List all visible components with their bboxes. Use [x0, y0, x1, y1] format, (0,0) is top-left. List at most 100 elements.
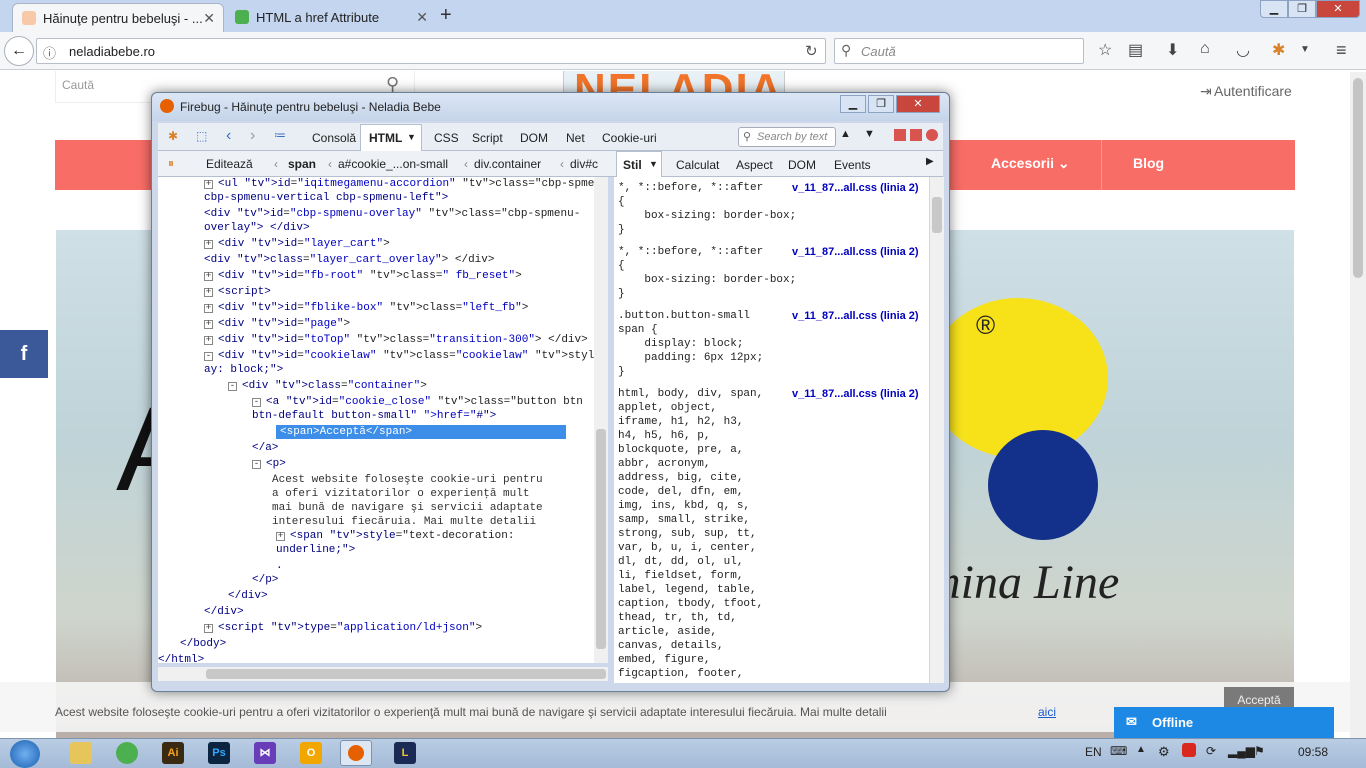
html-tree-line[interactable]: <script> [218, 285, 271, 299]
css-line[interactable]: img, ins, kbd, q, s, [618, 499, 750, 513]
css-line[interactable]: label, legend, table, [618, 583, 757, 597]
antivirus-icon[interactable] [1182, 743, 1196, 757]
expand-icon[interactable]: + [276, 532, 285, 541]
facebook-icon[interactable]: f [0, 330, 48, 378]
css-line[interactable]: { [618, 259, 625, 273]
forward-icon[interactable]: › [250, 127, 255, 145]
collapse-icon[interactable]: - [228, 382, 237, 391]
back-button[interactable]: ← [4, 36, 34, 66]
window-close-button[interactable]: ✕ [896, 95, 940, 113]
pocket-icon[interactable]: ◡ [1236, 40, 1250, 60]
html-tree-line[interactable]: <div "tv">id="cbp-spmenu-overlay" "tv">c… [204, 207, 580, 221]
scrollbar-thumb[interactable] [206, 669, 606, 679]
expand-icon[interactable]: + [204, 180, 213, 189]
menu-item-blog[interactable]: Blog [1133, 155, 1164, 171]
network-tray-icon[interactable]: ⚙ [1158, 744, 1170, 760]
html-tree-line[interactable]: cbp-spmenu-vertical cbp-spmenu-left"> [204, 191, 448, 205]
html-tree-line[interactable]: <div "tv">class="container"> [242, 379, 427, 393]
html-pane-hscrollbar[interactable] [158, 667, 608, 681]
minimize-button[interactable]: ▁ [840, 95, 866, 113]
expand-icon[interactable]: + [204, 240, 213, 249]
html-tree-line[interactable]: </p> [252, 573, 278, 587]
firebug-icon[interactable]: ✱ [168, 129, 178, 143]
css-line[interactable]: li, fieldset, form, [618, 569, 743, 583]
bookmark-star-icon[interactable]: ☆ [1098, 40, 1112, 60]
new-tab-button[interactable]: + [440, 4, 452, 27]
selected-node[interactable]: <span>Acceptă</span> [276, 425, 566, 439]
collapse-icon[interactable]: - [252, 398, 261, 407]
explorer-icon[interactable] [70, 742, 92, 764]
expand-icon[interactable]: + [204, 304, 213, 313]
html-tree-line[interactable]: <div "tv">id="cookielaw" "tv">class="coo… [218, 349, 597, 363]
chevron-right-icon[interactable]: ▶ [926, 156, 934, 167]
side-tab-dom[interactable]: DOM [788, 158, 816, 172]
css-line[interactable]: code, del, dfn, em, [618, 485, 743, 499]
html-tree-icon[interactable]: ≔ [274, 128, 286, 142]
chrome-icon[interactable] [116, 742, 138, 764]
chevron-down-icon[interactable]: ▼ [864, 128, 875, 140]
css-line[interactable]: box-sizing: border-box; [618, 209, 796, 223]
breadcrumb-item[interactable]: span [288, 157, 316, 171]
html-tree-line[interactable]: </a> [252, 441, 278, 455]
css-line[interactable]: dl, dt, dd, ol, ul, [618, 555, 743, 569]
css-line[interactable]: box-sizing: border-box; [618, 273, 796, 287]
html-tree-line[interactable]: <div "tv">id="toTop" "tv">class="transit… [218, 333, 588, 347]
css-line[interactable]: abbr, acronym, [618, 457, 710, 471]
css-line[interactable]: canvas, details, [618, 639, 724, 653]
minimize-button[interactable]: ▁ [1260, 0, 1288, 18]
keyboard-icon[interactable]: ⌨ [1110, 744, 1127, 758]
html-tree-line[interactable]: Acest website foloseşte cookie-uri pentr… [272, 473, 543, 487]
tab-dom[interactable]: DOM [520, 131, 548, 145]
css-line[interactable]: applet, object, [618, 401, 717, 415]
close-icon[interactable]: ✕ [203, 10, 215, 27]
style-pane[interactable]: *, *::before, *::afterv_11_87...all.css … [614, 177, 929, 683]
downloads-icon[interactable]: ⬇ [1166, 40, 1179, 60]
html-tree-line[interactable]: <div "tv">id="fblike-box" "tv">class="le… [218, 301, 528, 315]
back-icon[interactable]: ‹ [226, 127, 231, 145]
expand-icon[interactable]: + [204, 288, 213, 297]
css-line[interactable]: padding: 6px 12px; [618, 351, 763, 365]
login-link[interactable]: Autentificare [1214, 83, 1292, 99]
collapse-icon[interactable]: - [204, 352, 213, 361]
start-button[interactable] [10, 740, 40, 768]
side-tab-events[interactable]: Events [834, 158, 871, 172]
html-tree-line[interactable]: . [276, 559, 283, 573]
tab-net[interactable]: Net [566, 131, 585, 145]
scrollbar-thumb[interactable] [596, 429, 606, 649]
css-line[interactable]: var, b, u, i, center, [618, 541, 757, 555]
expand-icon[interactable]: + [204, 624, 213, 633]
firefox-taskbar-button[interactable] [340, 740, 372, 766]
tab-neladia[interactable]: Hăinuţe pentru bebeluşi - ... ✕ [12, 3, 224, 32]
css-selector[interactable]: *, *::before, *::after [618, 181, 763, 195]
breadcrumb-item[interactable]: div#c [570, 157, 598, 171]
html-tree-line[interactable]: underline;"> [276, 543, 355, 557]
tab-script[interactable]: Script [472, 131, 503, 145]
html-tree-line[interactable]: <div "tv">class="layer_cart_overlay"> </… [204, 253, 494, 267]
html-tree-line[interactable]: </html> [158, 653, 204, 663]
edit-button[interactable]: Editează [206, 157, 253, 171]
css-line[interactable]: span { [618, 323, 658, 337]
html-tree-line[interactable]: ay: block;"> [204, 363, 283, 377]
css-line[interactable]: h4, h5, h6, p, [618, 429, 710, 443]
html-tree-line[interactable]: <script "tv">type="application/ld+json"> [218, 621, 482, 635]
css-line[interactable]: { [618, 195, 625, 209]
menu-icon[interactable]: ≡ [1336, 40, 1347, 61]
css-file-link[interactable]: v_11_87...all.css (linia 2) [792, 387, 919, 401]
detach-icon[interactable] [910, 129, 922, 141]
firebug-search-input[interactable]: ⚲ Search by text [738, 127, 836, 147]
tab-console[interactable]: Consolă [312, 131, 356, 145]
css-selector[interactable]: html, body, div, span, [618, 387, 763, 401]
breakpoint-icon[interactable]: ⏸ [168, 156, 174, 171]
breadcrumb-item[interactable]: div.container [474, 157, 541, 171]
home-icon[interactable]: ⌂ [1200, 40, 1210, 58]
html-tree-line[interactable]: interesului fiecăruia. Mai multe detalii [272, 515, 536, 529]
chat-offline-button[interactable]: ✉ Offline [1114, 707, 1334, 738]
clock[interactable]: 09:58 [1298, 745, 1328, 759]
html-tree-pane[interactable]: <ul "tv">id="iqitmegamenu-accordion" "tv… [158, 177, 598, 663]
window-close-button[interactable]: ✕ [1316, 0, 1360, 18]
sync-icon[interactable]: ⟳ [1206, 744, 1216, 758]
chevron-down-icon[interactable]: ▼ [1300, 44, 1310, 55]
info-icon[interactable]: ⓘ [43, 43, 56, 62]
html-pane-scrollbar[interactable] [594, 177, 608, 663]
css-line[interactable]: caption, tbody, tfoot, [618, 597, 763, 611]
